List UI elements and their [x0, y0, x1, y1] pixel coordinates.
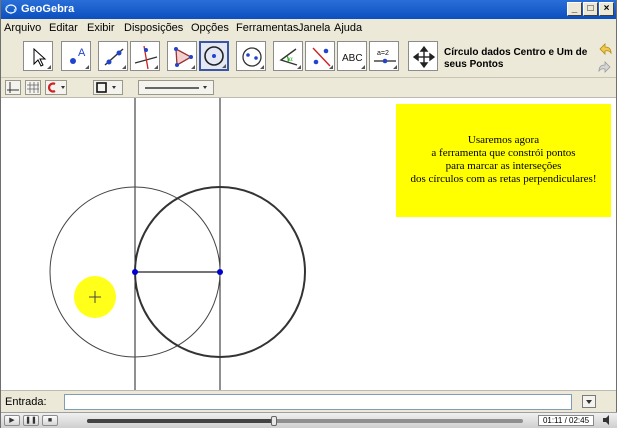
maximize-button[interactable]: □ [583, 2, 598, 16]
circle-tool-button[interactable] [199, 41, 229, 71]
minimize-button[interactable]: _ [567, 2, 582, 16]
input-help-icon[interactable] [582, 395, 596, 408]
axes-toggle-icon [7, 82, 19, 93]
title-bar: GeoGebra _ □ × [1, 0, 616, 19]
grid-toggle-icon [27, 82, 39, 93]
time-display: 01:11 / 02:45 [538, 415, 594, 426]
svg-text:α: α [289, 55, 293, 63]
point-tool-letter: A [78, 47, 86, 59]
circle-center-point-icon [204, 46, 224, 66]
instruction-note: Usaremos agora a ferramenta que constrói… [396, 104, 611, 217]
progress-fill [87, 419, 275, 423]
menu-editar[interactable]: Editar [49, 22, 78, 34]
line-tool-button[interactable] [98, 41, 128, 71]
ellipse-tool-button[interactable] [236, 41, 266, 71]
geogebra-window: GeoGebra _ □ × Arquivo Editar Exibir Dis… [0, 0, 617, 428]
graphics-view[interactable]: Usaremos agora a ferramenta que constrói… [1, 97, 616, 390]
menu-ferramentas[interactable]: Ferramentas [236, 22, 298, 34]
line-style-icon [145, 86, 207, 89]
rewind-icon[interactable]: ▶ [4, 415, 20, 426]
input-bar: Entrada: [1, 390, 616, 412]
progress-track[interactable] [87, 419, 523, 423]
text-tool-button[interactable]: ABC [337, 41, 367, 71]
pause-icon[interactable]: ❚❚ [23, 415, 39, 426]
polygon-tool-button[interactable] [167, 41, 197, 71]
close-button[interactable]: × [599, 2, 614, 16]
note-line-4: dos círculos com as retas perpendiculare… [410, 173, 597, 185]
note-line-1: Usaremos agora [467, 134, 540, 146]
text-tool-label: ABC [342, 53, 363, 64]
axes-toggle-button[interactable] [5, 80, 21, 95]
window-title: GeoGebra [21, 3, 75, 15]
slider-tool-label: a=2 [377, 50, 389, 57]
point-style-button[interactable] [93, 80, 123, 95]
undo-icon[interactable] [596, 41, 614, 57]
volume-icon[interactable] [601, 415, 615, 426]
slider-tool-button[interactable]: a=2 [369, 41, 399, 71]
menu-ajuda[interactable]: Ajuda [334, 22, 362, 34]
color-picker-icon [47, 82, 65, 93]
menu-exibir[interactable]: Exibir [87, 22, 115, 34]
point-style-icon [96, 82, 116, 93]
menu-janela[interactable]: Janela [298, 22, 330, 34]
menu-disposicoes[interactable]: Disposições [124, 22, 183, 34]
redo-icon[interactable] [596, 59, 614, 75]
move-tool-button[interactable] [23, 41, 53, 71]
reflect-tool-button[interactable] [305, 41, 335, 71]
point-tool-button[interactable]: A [61, 41, 91, 71]
stop-icon[interactable]: ■ [42, 415, 58, 426]
move-graphics-tool-button[interactable] [408, 41, 438, 71]
note-line-3: para marcar as interseções [445, 160, 562, 172]
style-bar [1, 77, 616, 97]
input-label: Entrada: [5, 396, 47, 408]
line-style-button[interactable] [138, 80, 214, 95]
video-player-bar: ▶ ❚❚ ■ 01:11 / 02:45 [1, 412, 617, 428]
input-field[interactable] [64, 394, 572, 410]
geogebra-logo-icon [5, 4, 17, 15]
note-line-2: a ferramenta que constrói pontos [431, 147, 576, 159]
move-graphics-view-icon [412, 45, 436, 69]
perpendicular-tool-button[interactable] [130, 41, 160, 71]
color-picker-button[interactable] [45, 80, 67, 95]
point-center-right[interactable] [217, 269, 223, 275]
menu-opcoes[interactable]: Opções [191, 22, 229, 34]
angle-tool-button[interactable]: α [273, 41, 303, 71]
menu-arquivo[interactable]: Arquivo [4, 22, 41, 34]
grid-toggle-button[interactable] [25, 80, 41, 95]
menu-bar: Arquivo Editar Exibir Disposições Opções… [1, 19, 616, 37]
progress-thumb[interactable] [271, 416, 278, 426]
point-center-left[interactable] [132, 269, 138, 275]
tool-description: Círculo dados Centro e Um de seus Pontos [444, 47, 588, 70]
